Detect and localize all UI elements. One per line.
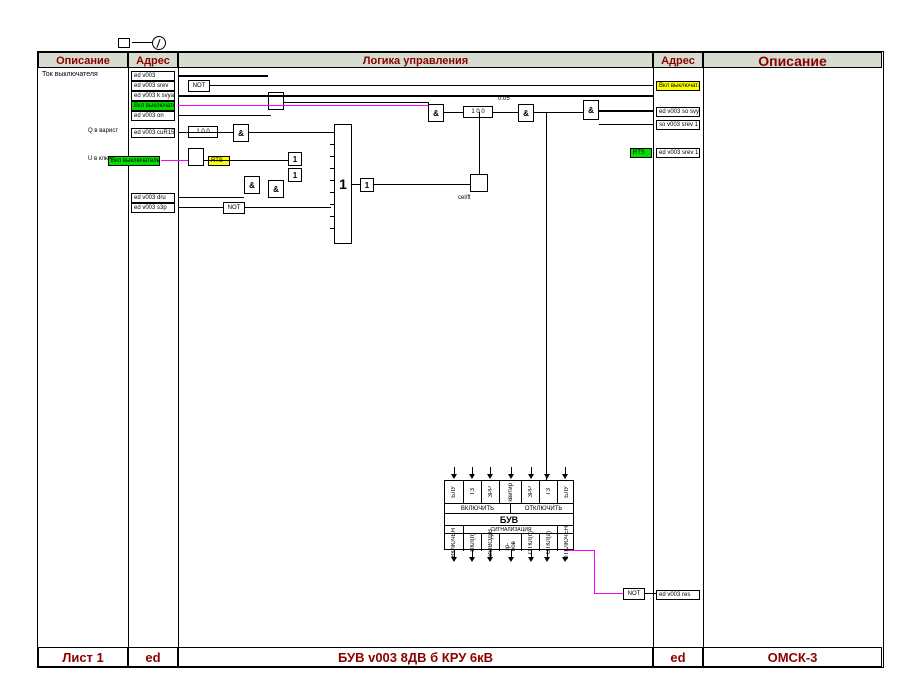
arrow-down-icon — [508, 557, 514, 562]
label-celft: cel/ft — [458, 195, 471, 201]
tag-left: ed v003 k svyaz — [131, 91, 175, 101]
tag-left: ed v003 srev — [131, 81, 175, 91]
tag-left: ed v003 on — [131, 111, 175, 121]
ftr-ed-right: ed — [653, 647, 703, 667]
drawing-frame: Описание Адрес Логика управления Адрес О… — [38, 52, 883, 667]
block-and — [244, 176, 260, 194]
arrow-down-icon — [528, 557, 534, 562]
arrow-down-icon — [451, 474, 457, 479]
tag-right: so v003 srev 1 — [656, 120, 700, 130]
block-or — [288, 152, 302, 166]
arrow-down-icon — [469, 474, 475, 479]
label-u: U в ключ — [88, 156, 113, 162]
tag-right: Вкл выключат. — [656, 81, 700, 91]
block-contact — [470, 174, 488, 192]
ftr-title: БУВ v003 8ДВ б КРУ 6кВ — [178, 647, 653, 667]
arrow-down-icon — [487, 474, 493, 479]
hdr-logic: Логика управления — [178, 52, 653, 68]
hdr-desc-right: Описание — [703, 52, 882, 68]
divider — [128, 68, 129, 647]
arrow-down-icon — [544, 557, 550, 562]
tag-right: ed v003 res — [656, 590, 700, 600]
ftr-ed-left: ed — [128, 647, 178, 667]
label-q: Q в варист — [88, 128, 118, 134]
block-delay: 1 0 0 — [463, 106, 493, 118]
arrow-down-icon — [528, 474, 534, 479]
tag-left: Вкл выключатель — [131, 101, 175, 111]
hdr-addr-right: Адрес — [653, 52, 703, 68]
divider — [653, 68, 654, 647]
block-not — [223, 202, 245, 214]
wire — [178, 75, 268, 77]
divider — [178, 68, 179, 647]
hdr-desc-left: Описание — [38, 52, 128, 68]
arrow-down-icon — [469, 557, 475, 562]
wire — [178, 105, 428, 106]
wire — [210, 85, 653, 86]
block-and — [428, 104, 444, 122]
tag-right: ed v003 srev 1 — [656, 148, 700, 158]
wire — [178, 115, 271, 116]
page-header-icon — [118, 34, 166, 52]
block-not — [623, 588, 645, 600]
tag-mid-rts: RTS — [208, 156, 230, 166]
arrow-down-icon — [544, 474, 550, 479]
block-and — [583, 100, 599, 120]
divider — [703, 68, 704, 647]
label-tok: Ток выключателя — [42, 71, 98, 78]
arrow-down-icon — [451, 557, 457, 562]
tag-left: ed v003 dru — [131, 193, 175, 203]
hdr-addr-left: Адрес — [128, 52, 178, 68]
block-and — [233, 124, 249, 142]
block-and — [518, 104, 534, 122]
block-or — [288, 168, 302, 182]
block-big-or: 1 — [334, 124, 352, 244]
tag-left: ed v003 s3p — [131, 203, 175, 213]
tag-left: ed v003 cuR151 — [131, 128, 175, 138]
block-and — [268, 180, 284, 198]
block-buv: БЛУ ТЗ ЗРР квитир ЗРР ТЗ БЛУ ВКЛЮЧИТЬ ОТ… — [444, 480, 574, 550]
block-pulse — [188, 148, 204, 166]
arrow-down-icon — [487, 557, 493, 562]
arrow-down-icon — [562, 474, 568, 479]
tag-right: ed v003 so svyaz — [656, 107, 700, 117]
ftr-site: ОМСК-3 — [703, 647, 882, 667]
ftr-sheet: Лист 1 — [38, 647, 128, 667]
arrow-down-icon — [508, 474, 514, 479]
tag-left: Вкл выключатель — [108, 156, 160, 166]
tag-right-rts: RTS — [630, 148, 652, 158]
block-not — [188, 80, 210, 92]
tag-left: ed v003 — [131, 71, 175, 81]
wire — [178, 95, 653, 97]
block-or — [360, 178, 374, 192]
